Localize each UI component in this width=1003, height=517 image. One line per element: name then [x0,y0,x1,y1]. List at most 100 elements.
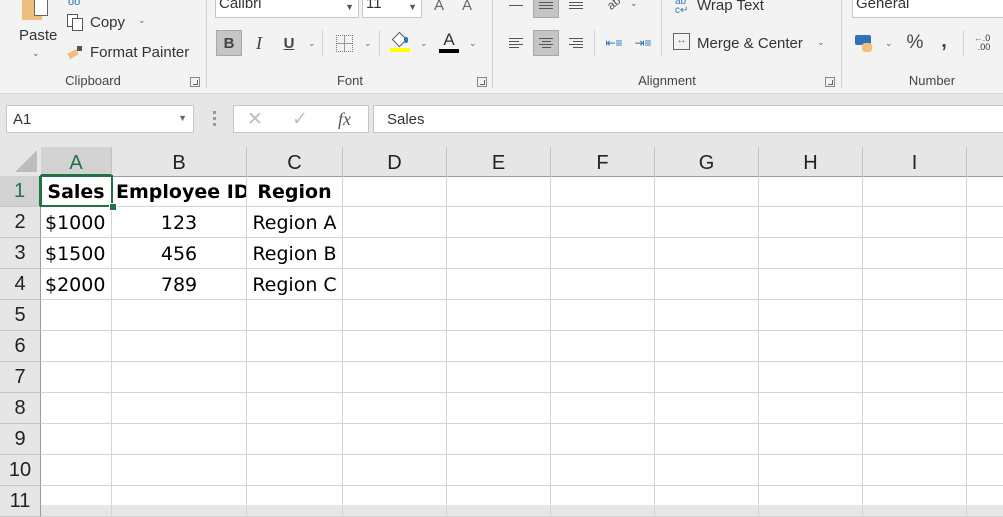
chevron-down-icon[interactable]: ▼ [178,113,187,123]
cell-h5[interactable] [759,300,863,331]
cell-d11[interactable] [343,486,447,517]
align-right-button[interactable] [563,30,589,56]
cell-d9[interactable] [343,424,447,455]
insert-function-icon[interactable]: fx [338,109,351,130]
row-header-5[interactable]: 5 [0,300,41,331]
row-header-3[interactable]: 3 [0,238,41,269]
cell-b2[interactable]: 123 [112,207,247,238]
row-header-7[interactable]: 7 [0,362,41,393]
cell-b9[interactable] [112,424,247,455]
paste-button[interactable]: Paste ⌄ [12,0,60,64]
cell-h7[interactable] [759,362,863,393]
align-center-button[interactable] [533,30,559,56]
cell-h8[interactable] [759,393,863,424]
cell-g6[interactable] [655,331,759,362]
cell-a9[interactable] [41,424,112,455]
cell-e1[interactable] [447,176,551,207]
cell-d3[interactable] [343,238,447,269]
cell-f5[interactable] [551,300,655,331]
cell-f11[interactable] [551,486,655,517]
cell-c2[interactable]: Region A [247,207,343,238]
column-header-e[interactable]: E [447,147,551,176]
cell-b6[interactable] [112,331,247,362]
cut-icon[interactable]: oo [68,0,82,8]
cell-h2[interactable] [759,207,863,238]
font-color-button[interactable]: A [436,30,462,56]
cell-b1[interactable]: Employee ID [112,176,247,207]
cell-e7[interactable] [447,362,551,393]
accounting-dropdown-icon[interactable]: ⌄ [885,38,893,49]
cell-i7[interactable] [863,362,967,393]
cell-j8[interactable] [967,393,1003,424]
cell-i11[interactable] [863,486,967,517]
cell-e8[interactable] [447,393,551,424]
cell-h3[interactable] [759,238,863,269]
copy-dropdown-icon[interactable]: ⌄ [138,15,146,26]
cell-i6[interactable] [863,331,967,362]
cell-b5[interactable] [112,300,247,331]
cell-d4[interactable] [343,269,447,300]
cell-g8[interactable] [655,393,759,424]
increase-decimal-button[interactable]: ←.0.00 [969,30,995,56]
cell-f2[interactable] [551,207,655,238]
cell-i3[interactable] [863,238,967,269]
cell-a10[interactable] [41,455,112,486]
cell-e6[interactable] [447,331,551,362]
cell-j4[interactable] [967,269,1003,300]
cell-i9[interactable] [863,424,967,455]
cell-g4[interactable] [655,269,759,300]
column-header-i[interactable]: I [863,147,967,176]
cell-i4[interactable] [863,269,967,300]
cell-e4[interactable] [447,269,551,300]
enter-icon[interactable]: ✓ [292,108,308,131]
middle-align-button[interactable] [533,0,559,18]
underline-dropdown-icon[interactable]: ⌄ [308,38,316,49]
cell-g7[interactable] [655,362,759,393]
cell-e3[interactable] [447,238,551,269]
cell-j11[interactable] [967,486,1003,517]
cell-g9[interactable] [655,424,759,455]
paste-dropdown-icon[interactable]: ⌄ [32,48,40,59]
row-header-8[interactable]: 8 [0,393,41,424]
cell-c10[interactable] [247,455,343,486]
row-header-4[interactable]: 4 [0,269,41,300]
cell-c7[interactable] [247,362,343,393]
cell-a11[interactable] [41,486,112,517]
merge-center-dropdown-icon[interactable]: ⌄ [817,37,825,48]
orientation-button[interactable]: ab [601,0,627,16]
top-align-button[interactable] [503,0,529,18]
align-left-button[interactable] [503,30,529,56]
cell-c4[interactable]: Region C [247,269,343,300]
cell-e9[interactable] [447,424,551,455]
cell-c5[interactable] [247,300,343,331]
font-launcher-icon[interactable] [477,77,487,87]
comma-style-button[interactable]: , [931,28,957,54]
cell-b7[interactable] [112,362,247,393]
row-header-2[interactable]: 2 [0,207,41,238]
cell-j3[interactable] [967,238,1003,269]
cell-c9[interactable] [247,424,343,455]
cell-a7[interactable] [41,362,112,393]
cell-c3[interactable]: Region B [247,238,343,269]
wrap-text-button[interactable]: ab c↵ Wrap Text [673,0,783,16]
select-all-button[interactable] [0,147,42,176]
cell-i8[interactable] [863,393,967,424]
cell-a5[interactable] [41,300,112,331]
cell-j6[interactable] [967,331,1003,362]
cell-f8[interactable] [551,393,655,424]
cell-h9[interactable] [759,424,863,455]
cell-b8[interactable] [112,393,247,424]
cell-a2[interactable]: $1000 [41,207,112,238]
borders-dropdown-icon[interactable]: ⌄ [364,38,372,49]
increase-font-button[interactable]: A [434,0,444,14]
row-header-1[interactable]: 1 [0,176,41,207]
bottom-align-button[interactable] [563,0,589,18]
percent-style-button[interactable]: % [902,30,928,56]
increase-indent-button[interactable]: ⇥≡ [630,30,656,56]
formula-bar-resize-handle[interactable] [213,111,216,127]
cell-c6[interactable] [247,331,343,362]
cell-d8[interactable] [343,393,447,424]
column-header-c[interactable]: C [247,147,343,176]
cell-b11[interactable] [112,486,247,517]
cell-j5[interactable] [967,300,1003,331]
